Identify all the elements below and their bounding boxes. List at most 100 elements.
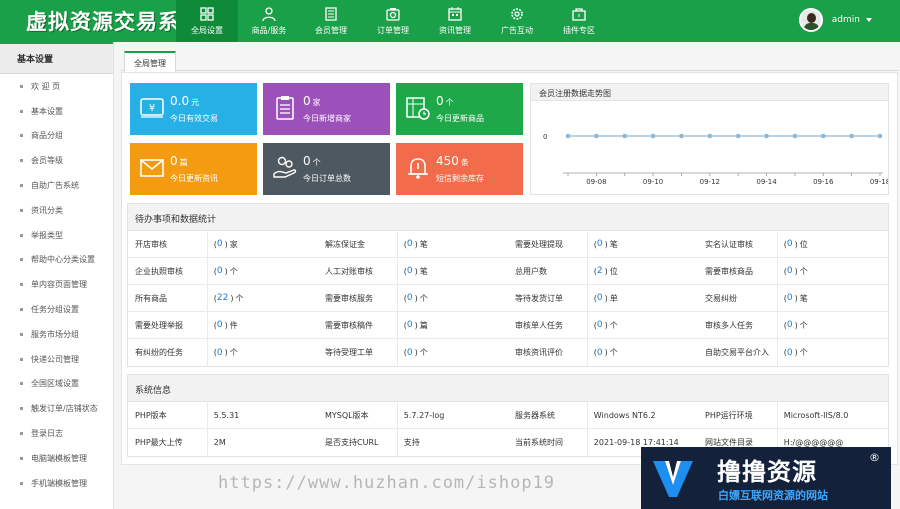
todo-value[interactable]: (0) 个 (778, 339, 888, 366)
bullet-icon (20, 84, 23, 88)
sidebar-item-7[interactable]: 帮助中心分类设置 (0, 248, 113, 273)
stat-tile-2[interactable]: 0 个今日更新商品 (396, 83, 523, 135)
nav-item-4[interactable]: 资讯管理 (424, 0, 486, 42)
todo-count[interactable]: 0 (787, 239, 793, 249)
top-bar: 虚拟资源交易系统 全局设置 商品/服务 会员管理 订单管理 资讯管理 广告互动 插件专区 a… (0, 0, 900, 42)
sidebar-item-8[interactable]: 单内容页面管理 (0, 272, 113, 297)
todo-count[interactable]: 22 (217, 293, 228, 303)
sidebar-item-9[interactable]: 任务分组设置 (0, 297, 113, 322)
todo-count[interactable]: 0 (787, 266, 793, 276)
todo-title: 待办事项和数据统计 (128, 204, 888, 231)
todo-count[interactable]: 0 (597, 293, 603, 303)
todo-count[interactable]: 0 (787, 293, 793, 303)
watermark-url: https://www.huzhan.com/ishop19 (218, 473, 556, 493)
todo-value[interactable]: (2) 位 (588, 258, 698, 284)
sidebar-item-1[interactable]: 基本设置 (0, 99, 113, 124)
sidebar-item-11[interactable]: 快递公司管理 (0, 347, 113, 372)
sysinfo-value: 支持 (403, 438, 420, 447)
sidebar-item-16[interactable]: 手机端模板管理 (0, 471, 113, 496)
todo-count[interactable]: 0 (407, 266, 413, 276)
username[interactable]: admin (832, 15, 860, 25)
todo-value[interactable]: (0) 笔 (398, 258, 508, 284)
todo-count[interactable]: 0 (787, 320, 793, 330)
todo-value[interactable]: (22) 个 (208, 285, 318, 311)
todo-count[interactable]: 0 (217, 348, 223, 358)
data-point[interactable] (735, 133, 741, 139)
todo-count[interactable]: 2 (597, 266, 603, 276)
todo-value[interactable]: (0) 个 (778, 258, 888, 284)
todo-count[interactable]: 0 (407, 348, 413, 358)
todo-value[interactable]: (0) 个 (208, 258, 318, 284)
sidebar-item-label: 任务分组设置 (31, 305, 79, 315)
nav-item-1[interactable]: 商品/服务 (238, 0, 300, 42)
todo-value[interactable]: (0) 个 (778, 312, 888, 338)
todo-value[interactable]: (0) 篇 (398, 312, 508, 338)
sidebar-item-15[interactable]: 电脑端模板管理 (0, 446, 113, 471)
sidebar-item-13[interactable]: 触发订单/店铺状态 (0, 396, 113, 421)
data-point[interactable] (877, 133, 883, 139)
data-point[interactable] (679, 133, 684, 139)
todo-count[interactable]: 0 (407, 239, 413, 249)
todo-value[interactable]: (0) 个 (208, 339, 318, 366)
todo-value[interactable]: (0) 个 (398, 285, 508, 311)
todo-value[interactable]: (0) 个 (588, 339, 698, 366)
user-icon (262, 7, 276, 22)
todo-count[interactable]: 0 (217, 239, 223, 249)
sidebar-item-10[interactable]: 服务市场分组 (0, 322, 113, 347)
todo-value[interactable]: (0) 个 (588, 312, 698, 338)
data-point[interactable] (707, 133, 713, 139)
stat-tile-1[interactable]: 0 家今日新增商家 (263, 83, 390, 135)
sysinfo-label: PHP版本 (128, 402, 208, 428)
data-point[interactable] (849, 133, 854, 139)
sidebar-item-6[interactable]: 举报类型 (0, 223, 113, 248)
todo-count[interactable]: 0 (217, 266, 223, 276)
todo-unit: 个 (229, 348, 238, 357)
user-menu[interactable]: admin (798, 8, 872, 32)
todo-count[interactable]: 0 (597, 239, 603, 249)
sidebar-item-14[interactable]: 登录日志 (0, 421, 113, 446)
todo-value[interactable]: (0) 家 (208, 231, 318, 257)
data-point[interactable] (594, 133, 599, 139)
sidebar-item-4[interactable]: 自助广告系统 (0, 173, 113, 198)
todo-label: 需要处理举报 (128, 312, 208, 338)
todo-value[interactable]: (0) 单 (588, 285, 698, 311)
todo-value[interactable]: (0) 笔 (588, 231, 698, 257)
stat-tile-5[interactable]: 450 条短信剩余库存 (396, 143, 523, 195)
nav-item-6[interactable]: 插件专区 (548, 0, 610, 42)
stat-tile-4[interactable]: 0 个今日订单总数 (263, 143, 390, 195)
todo-count[interactable]: 0 (597, 320, 603, 330)
todo-count[interactable]: 0 (787, 348, 793, 358)
sidebar-item-5[interactable]: 资讯分类 (0, 198, 113, 223)
todo-count[interactable]: 0 (407, 320, 413, 330)
sidebar-item-0[interactable]: 欢 迎 页 (0, 74, 113, 99)
nav-item-2[interactable]: 会员管理 (300, 0, 362, 42)
chevron-down-icon[interactable] (866, 18, 872, 22)
tab-global-management[interactable]: 全局管理 (124, 51, 176, 72)
sidebar-item-3[interactable]: 会员等级 (0, 148, 113, 173)
data-point[interactable] (792, 133, 798, 139)
data-point[interactable] (820, 133, 826, 139)
todo-value[interactable]: (0) 笔 (778, 285, 888, 311)
todo-value[interactable]: (0) 件 (208, 312, 318, 338)
todo-count[interactable]: 0 (217, 320, 223, 330)
sidebar-item-label: 资讯分类 (31, 205, 63, 215)
data-point[interactable] (622, 133, 628, 139)
nav-item-0[interactable]: 全局设置 (176, 0, 238, 42)
todo-count[interactable]: 0 (597, 348, 603, 358)
stat-label: 今日更新商品 (436, 114, 484, 123)
sidebar-item-12[interactable]: 全国区域设置 (0, 372, 113, 397)
todo-value[interactable]: (0) 位 (778, 231, 888, 257)
todo-value[interactable]: (0) 笔 (398, 231, 508, 257)
avatar[interactable] (798, 8, 823, 32)
data-point[interactable] (565, 133, 571, 139)
todo-value[interactable]: (0) 个 (398, 339, 508, 366)
nav-item-5[interactable]: 广告互动 (486, 0, 548, 42)
data-point[interactable] (764, 133, 769, 139)
data-point[interactable] (650, 133, 656, 139)
stat-tile-0[interactable]: ¥0.0 元今日有效交易 (130, 83, 257, 135)
stat-tile-3[interactable]: 0 篇今日更新资讯 (130, 143, 257, 195)
stat-unit: 个 (312, 158, 321, 167)
todo-count[interactable]: 0 (407, 293, 413, 303)
sidebar-item-2[interactable]: 商品分组 (0, 124, 113, 149)
nav-item-3[interactable]: 订单管理 (362, 0, 424, 42)
